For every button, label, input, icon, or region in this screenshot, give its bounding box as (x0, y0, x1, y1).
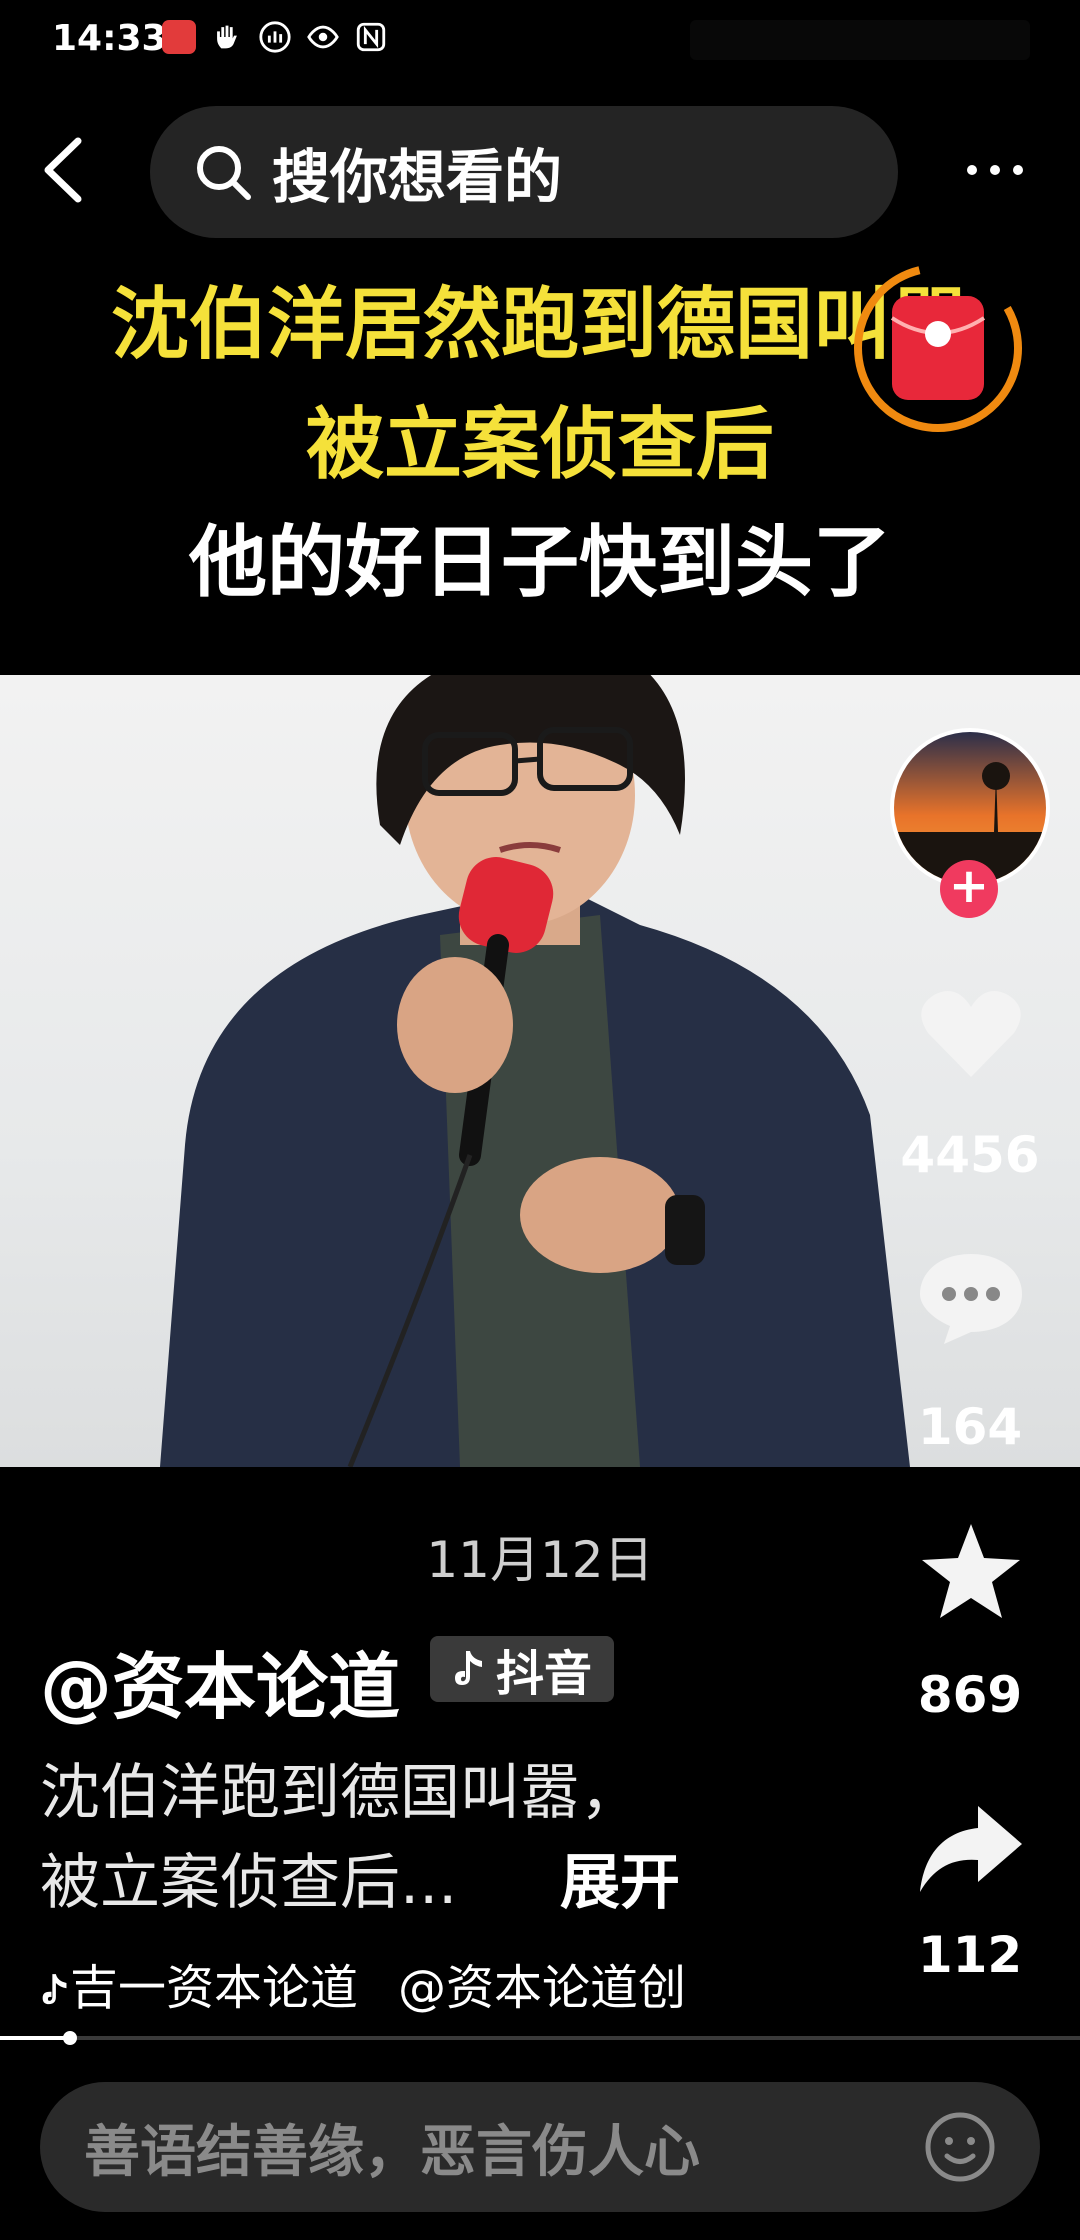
author-name[interactable]: @资本论道 (40, 1628, 400, 1733)
tag-item[interactable]: 吉一资本论道 (40, 1948, 358, 2018)
status-icons (162, 20, 388, 54)
progress-handle[interactable] (63, 2031, 77, 2045)
eye-icon (307, 25, 339, 49)
description-line-2: 被立案侦查后... (40, 1848, 458, 1918)
search-input[interactable]: 搜你想看的 (150, 106, 898, 238)
video-headline-3: 他的好日子快到头了 (188, 518, 891, 608)
red-envelope-icon[interactable] (852, 262, 1024, 434)
douyin-icon (42, 1974, 67, 2005)
platform-badge-label: 抖音 (496, 1646, 593, 1702)
status-time: 14:33 (52, 18, 167, 59)
platform-badge: 抖音 (430, 1636, 615, 1702)
comment-icon[interactable] (916, 1248, 1026, 1348)
emoji-icon[interactable] (924, 2111, 996, 2183)
tag-item[interactable]: @资本论道创 (398, 1948, 686, 2018)
status-right-icons (690, 20, 1030, 60)
share-count: 112 (917, 1926, 1023, 1984)
favorite-count: 869 (917, 1666, 1023, 1724)
description-line-1: 沈伯洋跑到德国叫嚣， (40, 1758, 640, 1828)
app-icon (162, 20, 196, 54)
post-date: 11月12日 (426, 1531, 654, 1589)
signal-icon (259, 21, 291, 53)
back-button[interactable] (36, 135, 96, 205)
comment-count: 164 (917, 1398, 1023, 1456)
like-count: 4456 (900, 1126, 1040, 1184)
comment-placeholder: 善语结善缘，恶言伤人心 (84, 2119, 700, 2185)
search-icon (197, 146, 251, 200)
progress-fill (0, 2036, 70, 2040)
hand-icon (217, 25, 237, 49)
tags-row: 吉一资本论道 @资本论道创 (40, 1948, 710, 2018)
douyin-icon (455, 1651, 482, 1685)
share-icon[interactable] (916, 1800, 1026, 1900)
follow-button[interactable]: + (940, 860, 998, 918)
expand-button[interactable]: 展开 (560, 1834, 680, 1921)
search-placeholder: 搜你想看的 (272, 143, 563, 211)
tag-label: 吉一资本论道 (70, 1960, 359, 2016)
heart-icon[interactable] (916, 985, 1026, 1085)
progress-track[interactable] (0, 2036, 1080, 2040)
nfc-icon (356, 22, 386, 52)
status-bar: 14:33 (0, 0, 1080, 80)
more-icon[interactable] (960, 150, 1030, 190)
comment-input[interactable]: 善语结善缘，恶言伤人心 (40, 2082, 1040, 2212)
